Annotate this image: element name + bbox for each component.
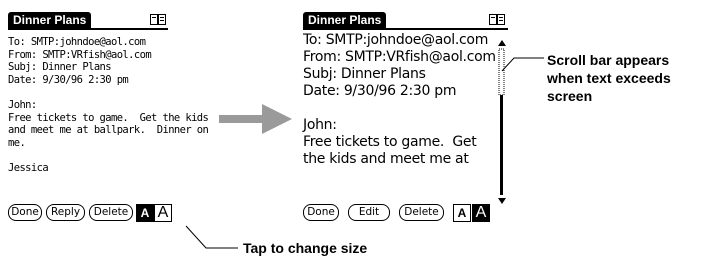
tap-callout-leader xyxy=(185,225,238,249)
scroll-thumb xyxy=(498,48,505,96)
right-font-selector: A A xyxy=(453,204,493,222)
right-title: Dinner Plans xyxy=(303,12,387,29)
right-menu-icon[interactable] xyxy=(489,14,505,26)
scroll-bar-callout: Scroll bar appears when text exceeds scr… xyxy=(547,52,671,104)
scroll-track xyxy=(500,95,503,195)
right-large-font-button[interactable]: A xyxy=(472,204,490,222)
scrollbar[interactable] xyxy=(497,40,507,206)
left-title-underline xyxy=(8,28,168,30)
left-menu-icon[interactable] xyxy=(150,14,166,26)
right-edit-button[interactable]: Edit xyxy=(348,204,390,221)
right-button-row: Done Edit Delete A A xyxy=(303,204,508,222)
left-reply-button[interactable]: Reply xyxy=(46,204,85,221)
left-message-body: To: SMTP:johndoe@aol.com From: SMTP:VRfi… xyxy=(8,36,209,174)
right-delete-button[interactable]: Delete xyxy=(399,204,444,221)
scroll-up-arrow-icon xyxy=(498,40,506,46)
right-message-body: To: SMTP:johndoe@aol.com From: SMTP:VRfi… xyxy=(303,32,496,167)
left-palm-screen: Dinner Plans To: SMTP:johndoe@aol.com Fr… xyxy=(8,12,209,224)
right-title-bar: Dinner Plans xyxy=(303,12,508,30)
left-font-selector: A A xyxy=(136,204,174,222)
left-large-font-button[interactable]: A xyxy=(154,204,172,222)
right-palm-screen: Dinner Plans To: SMTP:johndoe@aol.com Fr… xyxy=(303,12,508,224)
left-small-font-button[interactable]: A xyxy=(136,204,154,222)
right-title-underline xyxy=(303,28,508,30)
right-small-font-button[interactable]: A xyxy=(453,204,471,222)
left-button-row: Done Reply Delete A A xyxy=(8,204,172,222)
left-delete-button[interactable]: Delete xyxy=(89,204,133,221)
left-title-bar: Dinner Plans xyxy=(8,12,168,30)
right-done-button[interactable]: Done xyxy=(303,204,339,221)
transition-arrow-icon xyxy=(219,104,292,134)
tap-change-size-callout: Tap to change size xyxy=(243,240,368,256)
scroll-callout-leader xyxy=(501,57,544,72)
left-title: Dinner Plans xyxy=(8,12,92,29)
left-done-button[interactable]: Done xyxy=(8,204,42,221)
